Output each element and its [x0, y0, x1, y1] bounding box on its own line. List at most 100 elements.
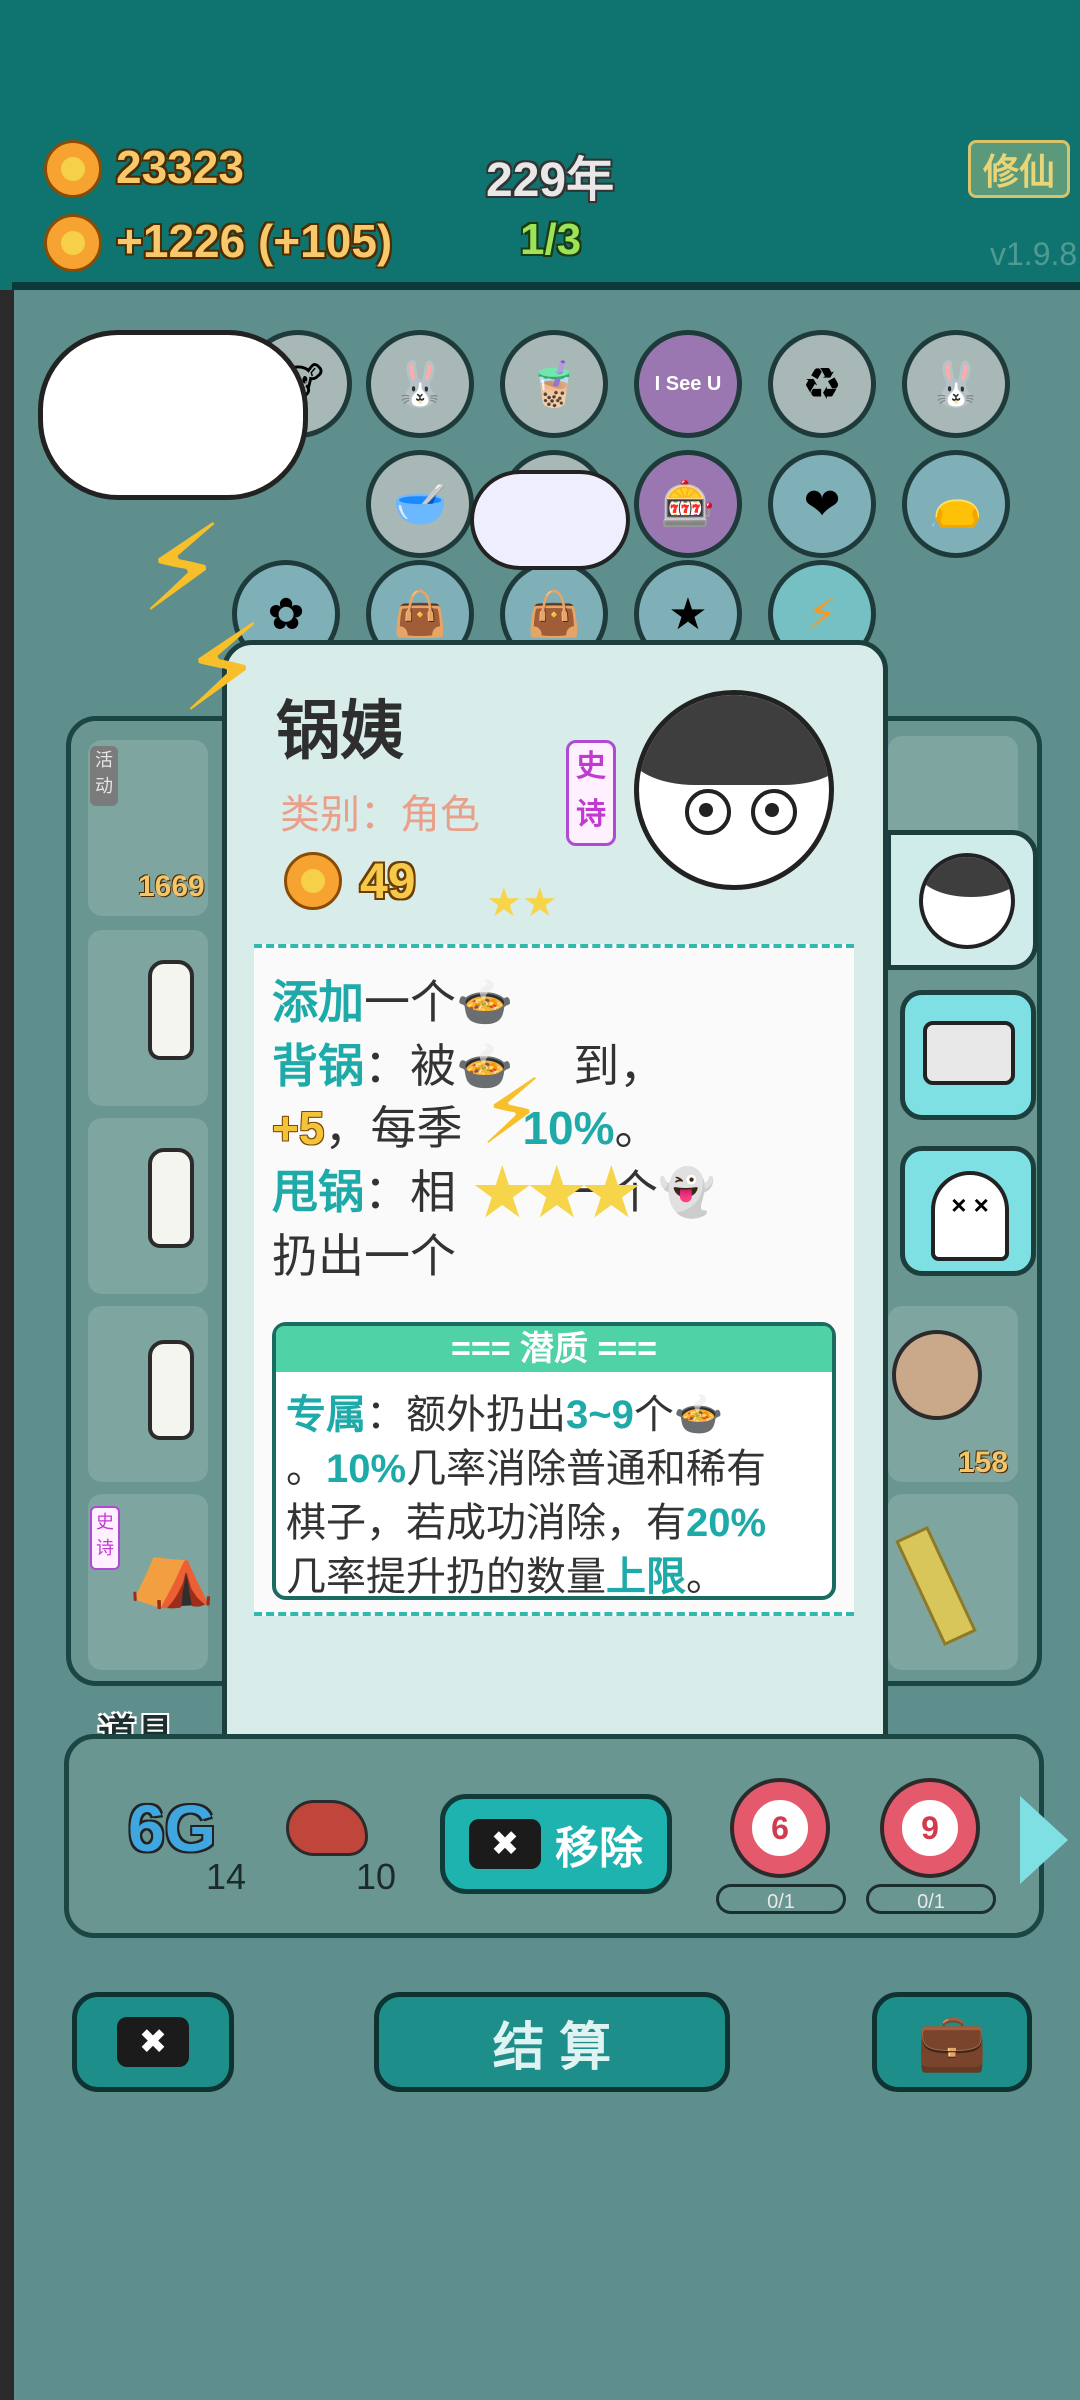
income-coin-icon	[44, 214, 102, 272]
star-burst-icon: ★★★	[470, 1153, 644, 1233]
epic-tag: 史诗	[90, 1506, 120, 1570]
cloud-icon	[38, 330, 308, 500]
kw-limit: 上限	[606, 1555, 686, 1599]
activity-tag: 活动	[90, 746, 118, 806]
target-6-count: 0/1	[716, 1884, 846, 1914]
trait-text: 几率消除普通和稀有	[406, 1447, 767, 1491]
coin-total: 23323	[116, 141, 244, 193]
trait-text: 几率提升扔的数量	[286, 1555, 606, 1599]
briefcase-icon: 💼	[917, 2010, 987, 2073]
target-item-6[interactable]: 6	[730, 1778, 830, 1878]
desc-text: ，每季	[324, 1102, 463, 1154]
slot-count-left: 1669	[138, 870, 205, 903]
desc-line-5: 扔出一个	[272, 1230, 456, 1282]
top-bar-divider	[12, 282, 1080, 290]
character-category: 类别：角色	[280, 793, 480, 837]
desc-line-1: 添加一个🍲	[272, 966, 513, 1032]
eye-left	[685, 789, 731, 835]
trait-text: 棋子，若成功消除，有	[286, 1501, 686, 1545]
kw-carry: 背锅	[272, 1040, 364, 1092]
item-6g[interactable]: 6G	[128, 1790, 216, 1866]
year-counter: 229年	[486, 154, 615, 207]
inventory-button[interactable]: 💼	[872, 1992, 1032, 2092]
board-piece-recycle[interactable]: ♻	[768, 330, 876, 438]
trait-text: 。	[286, 1447, 326, 1491]
board-piece-isee-u[interactable]: I See U	[634, 330, 742, 438]
item-6g-count: 14	[206, 1856, 247, 1897]
close-icon: ✖	[469, 1819, 541, 1869]
screen-edge	[0, 0, 14, 2400]
ghost-icon: 👻	[658, 1166, 716, 1218]
pot-icon: 🍲	[673, 1393, 724, 1437]
desc-line-2: 背锅：被🍲 到，	[272, 1030, 665, 1096]
trait-line-4: 几率提升扔的数量上限。	[286, 1544, 726, 1602]
character-cost: 49	[360, 853, 416, 909]
kw-range: 3~9	[566, 1393, 634, 1437]
desc-text: 。	[614, 1102, 661, 1154]
slot-count-right: 158	[958, 1446, 1009, 1479]
remove-label: 移除	[555, 1824, 643, 1873]
target-number: 6	[746, 1794, 814, 1862]
kw-throw: 甩锅	[272, 1166, 364, 1218]
kw-add: 添加	[272, 976, 364, 1028]
hair	[639, 695, 829, 785]
board-piece-cabinet[interactable]: 🎰	[634, 450, 742, 558]
trait-line-2: 。10%几率消除普通和稀有	[286, 1436, 766, 1494]
kw-plus5: +5	[272, 1102, 325, 1154]
bottle-piece	[148, 960, 194, 1060]
tent-icon: ⛺	[128, 1531, 216, 1609]
board-piece-sack[interactable]: 👝	[902, 450, 1010, 558]
side-button-pot[interactable]	[900, 990, 1036, 1120]
bottle-piece	[148, 1340, 194, 1440]
kw-percent-10: 10%	[326, 1447, 407, 1491]
isee-label: I See U	[654, 372, 722, 395]
bottle-piece	[148, 1148, 194, 1248]
small-cloud-icon	[470, 470, 630, 570]
eye-right	[751, 789, 797, 835]
side-button-ghost[interactable]: × ×	[900, 1146, 1036, 1276]
next-arrow-icon[interactable]	[1020, 1796, 1068, 1884]
desc-line-3: +5，每季 10%。	[272, 1092, 661, 1158]
character-name: 锅姨	[276, 695, 404, 767]
ghost-icon: × ×	[931, 1171, 1009, 1261]
cultivate-button[interactable]: 修仙	[968, 140, 1070, 198]
board-piece-rabbit-2[interactable]: 🐰	[902, 330, 1010, 438]
board-piece-rabbit[interactable]: 🐰	[366, 330, 474, 438]
trait-text: 个	[633, 1393, 674, 1437]
rarity-badge: 史诗	[566, 740, 616, 846]
target-9-count: 0/1	[866, 1884, 996, 1914]
settle-button[interactable]: 结 算	[374, 1992, 730, 2092]
board-piece-milk-tea[interactable]: 🧋	[500, 330, 608, 438]
version-label: v1.9.8	[990, 236, 1078, 272]
cancel-button[interactable]: ✖	[72, 1992, 234, 2092]
mini-hair	[923, 857, 1011, 897]
kw-percent-20: 20%	[686, 1501, 767, 1545]
desc-text: 一个	[364, 976, 456, 1028]
pot-icon	[923, 1021, 1015, 1085]
desc-text: ：相	[364, 1166, 456, 1218]
coin-income: +1226 (+105)	[116, 215, 393, 267]
pot-icon: 🍲	[456, 976, 514, 1028]
coin-icon	[44, 140, 102, 198]
desc-text: ：被	[364, 1040, 456, 1092]
board-piece-heart-bag[interactable]: ❤	[768, 450, 876, 558]
sunglasses-piece	[892, 1330, 982, 1420]
target-item-9[interactable]: 9	[880, 1778, 980, 1878]
lightning-icon: ⚡	[180, 602, 265, 736]
cost-coin-icon	[284, 852, 342, 910]
trait-title: === 潜质 ===	[276, 1326, 832, 1372]
mini-portrait	[919, 853, 1015, 949]
trait-line-1: 专属：额外扔出3~9个🍲	[286, 1382, 724, 1440]
trait-line-3: 棋子，若成功消除，有20%	[286, 1490, 766, 1548]
board-piece-bowl[interactable]: 🥣	[366, 450, 474, 558]
star-icon: ★★	[486, 881, 558, 925]
target-number: 9	[896, 1794, 964, 1862]
wave-counter: 1/3	[520, 215, 582, 264]
character-portrait	[634, 690, 834, 890]
kw-exclusive: 专属	[286, 1393, 366, 1437]
item-liver-count: 10	[356, 1856, 397, 1897]
trait-text: 。	[686, 1555, 726, 1599]
side-tab-portrait[interactable]	[886, 830, 1038, 970]
remove-button[interactable]: ✖ 移除	[440, 1794, 672, 1894]
trait-text: ：额外扔出	[366, 1393, 566, 1437]
